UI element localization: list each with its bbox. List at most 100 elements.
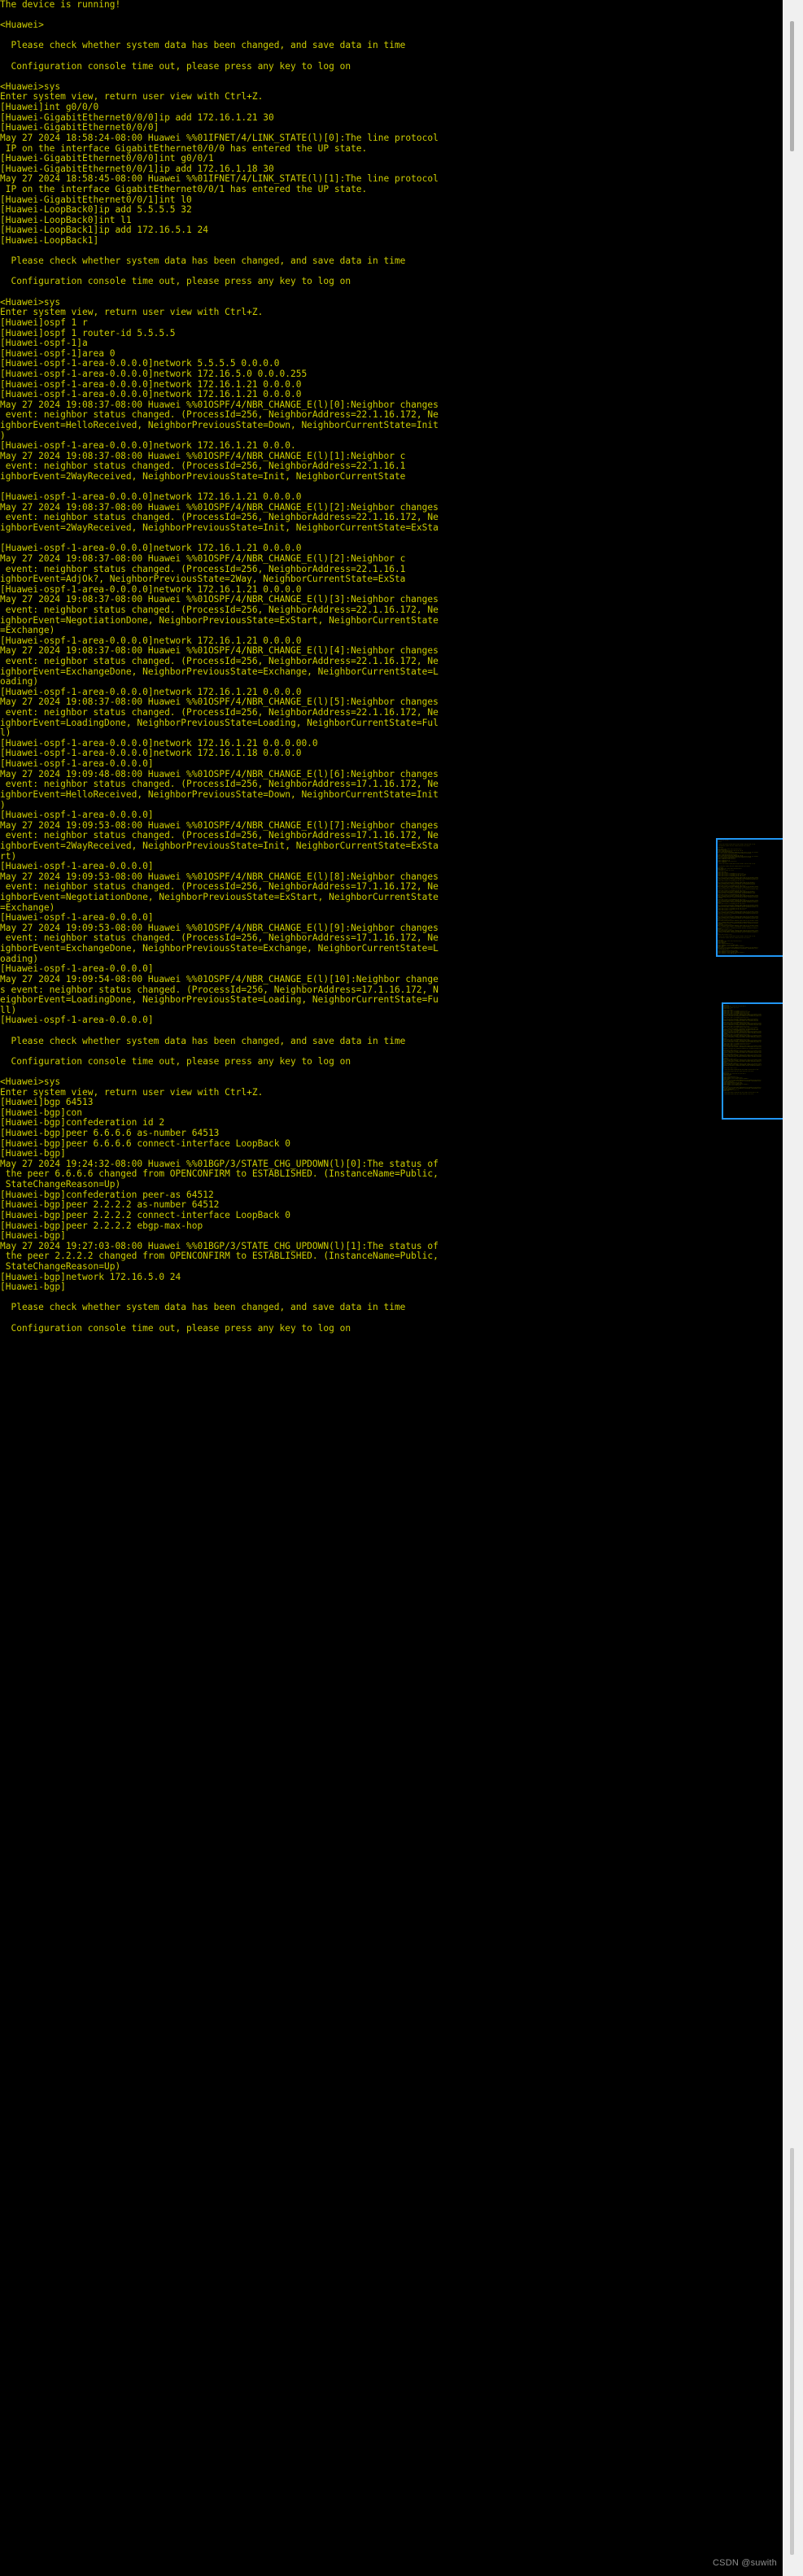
terminal-line: StateChangeReason=Up) xyxy=(0,1261,121,1272)
terminal-line: Please check whether system data has bee… xyxy=(0,41,406,51)
terminal-line: ighborEvent=ExchangeDone, NeighborPrevio… xyxy=(0,666,439,677)
terminal-line: [Huawei-bgp] xyxy=(0,1231,66,1242)
terminal-line: oading) xyxy=(0,954,39,964)
terminal-line: event: neighbor status changed. (Process… xyxy=(0,882,439,893)
terminal-line: Enter system view, return user view with… xyxy=(0,308,264,318)
terminal-line: event: neighbor status changed. (Process… xyxy=(0,564,406,574)
terminal-line: [Huawei]ospf 1 r xyxy=(0,317,88,328)
terminal-line: May 27 2024 19:08:37-08:00 Huawei %%01OS… xyxy=(0,595,439,605)
terminal-line: ) xyxy=(0,430,6,441)
terminal-line: [Huawei-ospf-1-area-0.0.0.0]network 172.… xyxy=(0,749,302,759)
terminal-line: [Huawei-bgp]peer 2.2.2.2 ebgp-max-hop xyxy=(718,952,737,954)
terminal-line: event: neighbor status changed. (Process… xyxy=(0,461,406,472)
terminal-line: [Huawei-bgp] xyxy=(0,1282,66,1293)
screenshot-thumbnail-1[interactable]: The device is running! <Huawei> Please c… xyxy=(716,838,789,957)
terminal-line: [Huawei-ospf-1]area 0 xyxy=(0,348,116,359)
screenshot-thumbnail-2[interactable]: <Huawei>sys Enter system view, return use… xyxy=(722,1002,789,1120)
terminal-line: ) xyxy=(0,800,6,810)
terminal-line: ighborEvent=AdjOk?, NeighborPreviousStat… xyxy=(0,574,406,585)
terminal-line: event: neighbor status changed. (Process… xyxy=(0,513,439,523)
terminal-line: [Huawei-ospf-1-area-0.0.0.0] xyxy=(0,964,154,975)
terminal-line: [Huawei-ospf-1-area-0.0.0.0]network 172.… xyxy=(0,738,318,749)
terminal-line: event: neighbor status changed. (Process… xyxy=(0,933,439,944)
terminal-line: [Huawei-bgp]con xyxy=(0,1107,83,1118)
scrollbar-thumb-lower[interactable] xyxy=(790,2148,794,2555)
terminal-line: event: neighbor status changed. (Process… xyxy=(0,779,439,790)
terminal-line: Please check whether system data has bee… xyxy=(0,256,406,267)
terminal-line: [Huawei-bgp] xyxy=(0,1149,66,1159)
terminal-line: [Huawei-bgp]confederation id 2 xyxy=(0,1118,165,1129)
terminal-line: [Huawei-ospf-1-area-0.0.0.0]network 172.… xyxy=(0,584,302,595)
terminal-line: [Huawei-bgp]network 172.16.5.0 24 xyxy=(0,1272,181,1282)
terminal-line: Please check whether system data has bee… xyxy=(0,1303,406,1313)
terminal-line: [Huawei-ospf-1-area-0.0.0.0] xyxy=(0,759,154,770)
terminal-line: IP on the interface GigabitEthernet0/0/0… xyxy=(0,143,368,154)
terminal-line: ighborEvent=HelloReceived, NeighborPrevi… xyxy=(0,789,439,800)
terminal-line: ighborEvent=2WayReceived, NeighborPrevio… xyxy=(0,840,439,851)
terminal-line: [Huawei-bgp]peer 2.2.2.2 ebgp-max-hop xyxy=(0,1220,203,1231)
terminal-line: May 27 2024 19:09:53-08:00 Huawei %%01OS… xyxy=(0,871,439,882)
terminal-output[interactable]: The device is running! <Huawei> Please c… xyxy=(0,0,783,2576)
terminal-line: [Huawei-ospf-1-area-0.0.0.0] xyxy=(0,913,154,923)
terminal-line: [Huawei-bgp]peer 6.6.6.6 as-number 64513 xyxy=(0,1129,220,1139)
watermark-label: CSDN @suwith xyxy=(713,2558,777,2568)
terminal-line: =Exchange) xyxy=(0,902,55,913)
terminal-line: [Huawei-LoopBack1] xyxy=(0,236,99,247)
terminal-line: [Huawei-bgp]confederation peer-as 64512 xyxy=(0,1190,214,1200)
terminal-line: [Huawei-ospf-1-area-0.0.0.0]network 172.… xyxy=(0,492,302,503)
terminal-line: [Huawei-bgp]peer 2.2.2.2 as-number 64512 xyxy=(0,1200,220,1211)
terminal-line: Configuration console time out, please p… xyxy=(0,277,351,287)
terminal-line: May 27 2024 19:08:37-08:00 Huawei %%01OS… xyxy=(0,697,439,708)
terminal-line: ighborEvent=ExchangeDone, NeighborPrevio… xyxy=(0,944,439,954)
terminal-line: IP on the interface GigabitEthernet0/0/1… xyxy=(0,184,368,194)
terminal-line: [Huawei-bgp]peer 2.2.2.2 connect-interfa… xyxy=(0,1210,290,1220)
terminal-line: [Huawei]bgp 64513 xyxy=(0,1098,94,1108)
terminal-line: The device is running! xyxy=(0,0,121,10)
terminal-line: [Huawei-ospf-1-area-0.0.0.0] xyxy=(0,810,154,821)
terminal-line: StateChangeReason=Up) xyxy=(0,1180,121,1190)
terminal-line: oading) xyxy=(0,677,39,688)
terminal-line: ighborEvent=2WayReceived, NeighborPrevio… xyxy=(0,523,439,534)
terminal-line: May 27 2024 19:09:53-08:00 Huawei %%01OS… xyxy=(0,923,439,933)
terminal-line: [Huawei-ospf-1-area-0.0.0.0] xyxy=(0,862,154,872)
terminal-line: May 27 2024 19:08:37-08:00 Huawei %%01OS… xyxy=(0,399,439,410)
terminal-line: the peer 2.2.2.2 changed from OPENCONFIR… xyxy=(0,1251,439,1262)
terminal-line: May 27 2024 18:58:45-08:00 Huawei %%01IF… xyxy=(0,174,439,185)
terminal-line: [Huawei-ospf-1]a xyxy=(0,338,88,349)
vertical-scrollbar[interactable] xyxy=(783,0,803,2576)
terminal-line: s event: neighbor status changed. (Proce… xyxy=(0,985,439,995)
terminal-line: Enter system view, return user view with… xyxy=(0,1087,264,1098)
terminal-line: [Huawei]ospf 1 router-id 5.5.5.5 xyxy=(0,328,176,338)
thumbnail-2-content: <Huawei>sys Enter system view, return use… xyxy=(723,1004,788,1096)
terminal-line: l) xyxy=(0,728,11,739)
terminal-line: May 27 2024 19:08:37-08:00 Huawei %%01OS… xyxy=(0,553,406,564)
terminal-line: event: neighbor status changed. (Process… xyxy=(0,410,439,421)
thumbnail-1-content: The device is running! <Huawei> Please c… xyxy=(718,840,788,954)
terminal-line: [Huawei-GigabitEthernet0/0/0]int g0/0/1 xyxy=(0,154,214,164)
terminal-line: [Huawei-GigabitEthernet0/0/1]ip add 172.… xyxy=(0,164,274,174)
terminal-line: May 27 2024 19:08:37-08:00 Huawei %%01OS… xyxy=(0,451,406,461)
terminal-line: Configuration console time out, please p… xyxy=(0,61,351,72)
terminal-line: [Huawei-bgp]peer 6.6.6.6 connect-interfa… xyxy=(0,1138,290,1149)
terminal-line: [Huawei-GigabitEthernet0/0/0] xyxy=(0,123,159,133)
terminal-line: ll) xyxy=(0,1005,17,1015)
terminal-line: May 27 2024 19:08:37-08:00 Huawei %%01OS… xyxy=(0,502,439,513)
terminal-line: [Huawei-GigabitEthernet0/0/0]ip add 172.… xyxy=(0,112,274,123)
terminal-line: [Huawei-ospf-1-area-0.0.0.0]network 172.… xyxy=(0,687,302,697)
terminal-line: [Huawei-ospf-1-area-0.0.0.0] xyxy=(0,1015,154,1026)
scrollbar-thumb[interactable] xyxy=(790,21,794,151)
terminal-line: <Huawei>sys xyxy=(0,1076,61,1087)
terminal-line: the peer 6.6.6.6 changed from OPENCONFIR… xyxy=(0,1169,439,1180)
terminal-line: Please check whether system data has bee… xyxy=(0,1036,406,1046)
terminal-line: Enter system view, return user view with… xyxy=(0,92,264,103)
